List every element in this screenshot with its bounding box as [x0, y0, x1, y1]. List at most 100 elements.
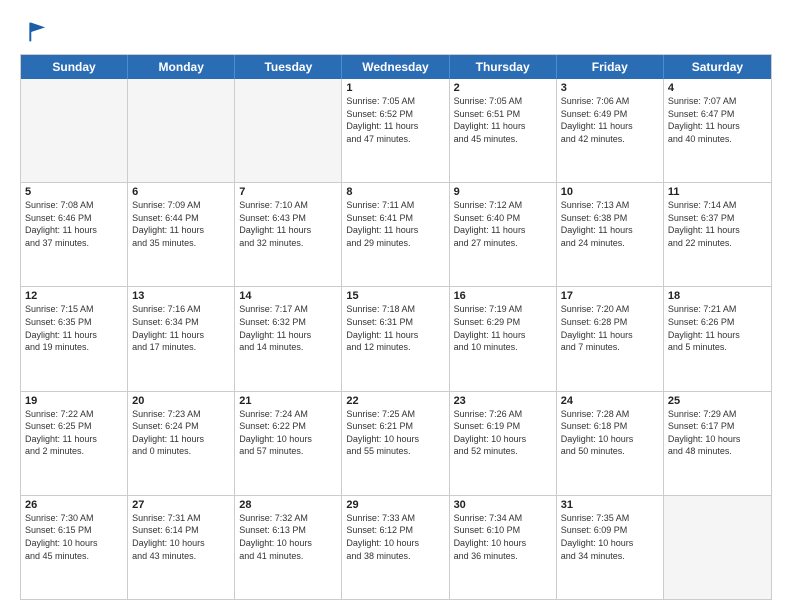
calendar-cell: 4Sunrise: 7:07 AM Sunset: 6:47 PM Daylig…: [664, 79, 771, 182]
day-number: 21: [239, 395, 337, 407]
calendar-cell: 29Sunrise: 7:33 AM Sunset: 6:12 PM Dayli…: [342, 496, 449, 599]
cell-info: Sunrise: 7:24 AM Sunset: 6:22 PM Dayligh…: [239, 408, 337, 458]
weekday-header: Tuesday: [235, 55, 342, 79]
cell-info: Sunrise: 7:13 AM Sunset: 6:38 PM Dayligh…: [561, 199, 659, 249]
cell-info: Sunrise: 7:29 AM Sunset: 6:17 PM Dayligh…: [668, 408, 767, 458]
cell-info: Sunrise: 7:21 AM Sunset: 6:26 PM Dayligh…: [668, 303, 767, 353]
day-number: 6: [132, 186, 230, 198]
day-number: 19: [25, 395, 123, 407]
calendar-header: SundayMondayTuesdayWednesdayThursdayFrid…: [21, 55, 771, 79]
calendar-cell: 9Sunrise: 7:12 AM Sunset: 6:40 PM Daylig…: [450, 183, 557, 286]
calendar-cell: [235, 79, 342, 182]
cell-info: Sunrise: 7:28 AM Sunset: 6:18 PM Dayligh…: [561, 408, 659, 458]
cell-info: Sunrise: 7:31 AM Sunset: 6:14 PM Dayligh…: [132, 512, 230, 562]
cell-info: Sunrise: 7:05 AM Sunset: 6:51 PM Dayligh…: [454, 95, 552, 145]
day-number: 28: [239, 499, 337, 511]
calendar-cell: 20Sunrise: 7:23 AM Sunset: 6:24 PM Dayli…: [128, 392, 235, 495]
day-number: 9: [454, 186, 552, 198]
day-number: 27: [132, 499, 230, 511]
calendar-row: 5Sunrise: 7:08 AM Sunset: 6:46 PM Daylig…: [21, 183, 771, 287]
cell-info: Sunrise: 7:20 AM Sunset: 6:28 PM Dayligh…: [561, 303, 659, 353]
day-number: 13: [132, 290, 230, 302]
day-number: 2: [454, 82, 552, 94]
day-number: 4: [668, 82, 767, 94]
day-number: 7: [239, 186, 337, 198]
logo-icon: [20, 18, 48, 46]
cell-info: Sunrise: 7:34 AM Sunset: 6:10 PM Dayligh…: [454, 512, 552, 562]
calendar-cell: 23Sunrise: 7:26 AM Sunset: 6:19 PM Dayli…: [450, 392, 557, 495]
day-number: 18: [668, 290, 767, 302]
page: SundayMondayTuesdayWednesdayThursdayFrid…: [0, 0, 792, 612]
calendar-cell: 16Sunrise: 7:19 AM Sunset: 6:29 PM Dayli…: [450, 287, 557, 390]
calendar-cell: 26Sunrise: 7:30 AM Sunset: 6:15 PM Dayli…: [21, 496, 128, 599]
day-number: 8: [346, 186, 444, 198]
calendar-cell: 7Sunrise: 7:10 AM Sunset: 6:43 PM Daylig…: [235, 183, 342, 286]
day-number: 20: [132, 395, 230, 407]
calendar-cell: 8Sunrise: 7:11 AM Sunset: 6:41 PM Daylig…: [342, 183, 449, 286]
calendar-row: 19Sunrise: 7:22 AM Sunset: 6:25 PM Dayli…: [21, 392, 771, 496]
day-number: 5: [25, 186, 123, 198]
cell-info: Sunrise: 7:22 AM Sunset: 6:25 PM Dayligh…: [25, 408, 123, 458]
calendar-cell: 5Sunrise: 7:08 AM Sunset: 6:46 PM Daylig…: [21, 183, 128, 286]
calendar-cell: [21, 79, 128, 182]
calendar-cell: 25Sunrise: 7:29 AM Sunset: 6:17 PM Dayli…: [664, 392, 771, 495]
day-number: 31: [561, 499, 659, 511]
cell-info: Sunrise: 7:06 AM Sunset: 6:49 PM Dayligh…: [561, 95, 659, 145]
calendar-cell: 30Sunrise: 7:34 AM Sunset: 6:10 PM Dayli…: [450, 496, 557, 599]
cell-info: Sunrise: 7:18 AM Sunset: 6:31 PM Dayligh…: [346, 303, 444, 353]
calendar-cell: [664, 496, 771, 599]
weekday-header: Thursday: [450, 55, 557, 79]
day-number: 12: [25, 290, 123, 302]
day-number: 29: [346, 499, 444, 511]
calendar-cell: 6Sunrise: 7:09 AM Sunset: 6:44 PM Daylig…: [128, 183, 235, 286]
calendar-cell: 3Sunrise: 7:06 AM Sunset: 6:49 PM Daylig…: [557, 79, 664, 182]
weekday-header: Saturday: [664, 55, 771, 79]
day-number: 1: [346, 82, 444, 94]
calendar-row: 1Sunrise: 7:05 AM Sunset: 6:52 PM Daylig…: [21, 79, 771, 183]
calendar-cell: 12Sunrise: 7:15 AM Sunset: 6:35 PM Dayli…: [21, 287, 128, 390]
weekday-header: Sunday: [21, 55, 128, 79]
calendar-cell: 27Sunrise: 7:31 AM Sunset: 6:14 PM Dayli…: [128, 496, 235, 599]
logo: [20, 18, 52, 46]
calendar-cell: 21Sunrise: 7:24 AM Sunset: 6:22 PM Dayli…: [235, 392, 342, 495]
cell-info: Sunrise: 7:23 AM Sunset: 6:24 PM Dayligh…: [132, 408, 230, 458]
cell-info: Sunrise: 7:12 AM Sunset: 6:40 PM Dayligh…: [454, 199, 552, 249]
calendar-row: 12Sunrise: 7:15 AM Sunset: 6:35 PM Dayli…: [21, 287, 771, 391]
calendar-cell: 19Sunrise: 7:22 AM Sunset: 6:25 PM Dayli…: [21, 392, 128, 495]
cell-info: Sunrise: 7:35 AM Sunset: 6:09 PM Dayligh…: [561, 512, 659, 562]
day-number: 26: [25, 499, 123, 511]
day-number: 3: [561, 82, 659, 94]
calendar-cell: 2Sunrise: 7:05 AM Sunset: 6:51 PM Daylig…: [450, 79, 557, 182]
calendar-cell: 18Sunrise: 7:21 AM Sunset: 6:26 PM Dayli…: [664, 287, 771, 390]
cell-info: Sunrise: 7:15 AM Sunset: 6:35 PM Dayligh…: [25, 303, 123, 353]
cell-info: Sunrise: 7:09 AM Sunset: 6:44 PM Dayligh…: [132, 199, 230, 249]
cell-info: Sunrise: 7:33 AM Sunset: 6:12 PM Dayligh…: [346, 512, 444, 562]
calendar-cell: [128, 79, 235, 182]
header: [20, 18, 772, 46]
cell-info: Sunrise: 7:26 AM Sunset: 6:19 PM Dayligh…: [454, 408, 552, 458]
calendar-body: 1Sunrise: 7:05 AM Sunset: 6:52 PM Daylig…: [21, 79, 771, 599]
weekday-header: Friday: [557, 55, 664, 79]
day-number: 24: [561, 395, 659, 407]
day-number: 30: [454, 499, 552, 511]
calendar-cell: 10Sunrise: 7:13 AM Sunset: 6:38 PM Dayli…: [557, 183, 664, 286]
calendar-cell: 24Sunrise: 7:28 AM Sunset: 6:18 PM Dayli…: [557, 392, 664, 495]
calendar-cell: 28Sunrise: 7:32 AM Sunset: 6:13 PM Dayli…: [235, 496, 342, 599]
calendar: SundayMondayTuesdayWednesdayThursdayFrid…: [20, 54, 772, 600]
calendar-cell: 22Sunrise: 7:25 AM Sunset: 6:21 PM Dayli…: [342, 392, 449, 495]
cell-info: Sunrise: 7:25 AM Sunset: 6:21 PM Dayligh…: [346, 408, 444, 458]
weekday-header: Monday: [128, 55, 235, 79]
calendar-cell: 14Sunrise: 7:17 AM Sunset: 6:32 PM Dayli…: [235, 287, 342, 390]
cell-info: Sunrise: 7:07 AM Sunset: 6:47 PM Dayligh…: [668, 95, 767, 145]
day-number: 11: [668, 186, 767, 198]
day-number: 17: [561, 290, 659, 302]
day-number: 10: [561, 186, 659, 198]
day-number: 25: [668, 395, 767, 407]
calendar-cell: 17Sunrise: 7:20 AM Sunset: 6:28 PM Dayli…: [557, 287, 664, 390]
cell-info: Sunrise: 7:05 AM Sunset: 6:52 PM Dayligh…: [346, 95, 444, 145]
cell-info: Sunrise: 7:14 AM Sunset: 6:37 PM Dayligh…: [668, 199, 767, 249]
day-number: 14: [239, 290, 337, 302]
day-number: 15: [346, 290, 444, 302]
day-number: 22: [346, 395, 444, 407]
calendar-cell: 31Sunrise: 7:35 AM Sunset: 6:09 PM Dayli…: [557, 496, 664, 599]
